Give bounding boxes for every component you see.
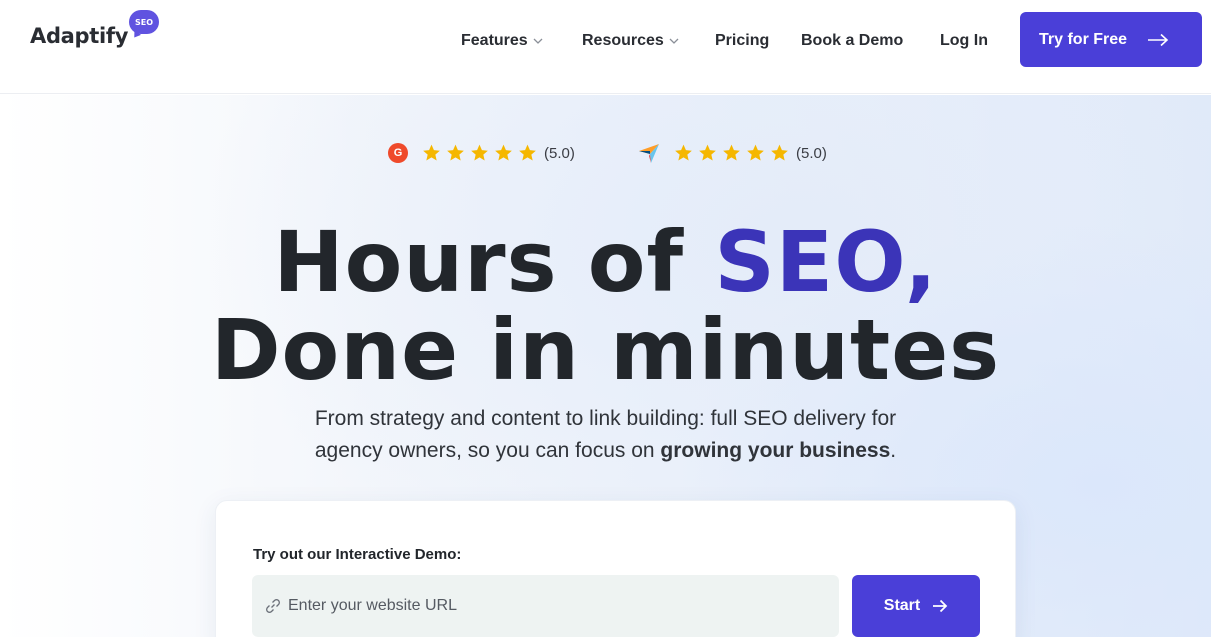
star-icon <box>747 144 764 161</box>
logo-seo-badge: SEO <box>129 10 159 34</box>
g2-logo-icon: G <box>388 143 408 163</box>
g2-rating: G (5.0) <box>388 141 575 165</box>
capterra-rating: (5.0) <box>638 141 827 165</box>
interactive-demo-card: Try out our Interactive Demo: Start <box>215 500 1016 637</box>
logo-text[interactable]: Adaptify <box>30 24 128 48</box>
nav-resources[interactable]: Resources <box>582 31 680 51</box>
start-button[interactable]: Start <box>852 575 980 637</box>
chevron-down-icon <box>533 38 543 44</box>
star-icon <box>519 144 536 161</box>
star-icon <box>723 144 740 161</box>
hero-subtitle-line-1: From strategy and content to link buildi… <box>314 407 897 430</box>
link-icon <box>266 599 280 613</box>
hero-subtitle-line-2: agency owners, so you can focus on growi… <box>0 435 1211 467</box>
hero-title-accent: SEO, <box>714 213 938 311</box>
nav-login-label[interactable]: Log In <box>940 32 988 50</box>
nav-features[interactable]: Features <box>461 31 544 51</box>
nav-features-label[interactable]: Features <box>461 32 528 50</box>
hero-subtitle-suffix: . <box>890 439 897 462</box>
arrow-right-icon <box>1148 33 1169 46</box>
star-icon <box>699 144 716 161</box>
nav-resources-label[interactable]: Resources <box>582 32 664 50</box>
star-icon <box>423 144 440 161</box>
star-icon <box>471 144 488 161</box>
logo-badge-text: SEO <box>134 17 154 27</box>
hero-title-line-1: Hours of SEO, <box>0 212 1211 312</box>
start-label[interactable]: Start <box>884 597 920 615</box>
capterra-logo-icon <box>639 144 659 163</box>
arrow-right-icon <box>933 599 948 613</box>
website-url-field[interactable] <box>252 575 839 637</box>
website-url-input[interactable] <box>288 597 828 615</box>
try-for-free-label[interactable]: Try for Free <box>1039 31 1127 49</box>
star-icon <box>447 144 464 161</box>
site-header: Adaptify SEO Features Resources Pricing … <box>0 0 1211 94</box>
nav-pricing-label[interactable]: Pricing <box>715 32 769 50</box>
nav-pricing[interactable]: Pricing <box>715 31 769 51</box>
star-icon <box>771 144 788 161</box>
try-for-free-button[interactable]: Try for Free <box>1020 12 1202 67</box>
star-icon <box>675 144 692 161</box>
nav-login[interactable]: Log In <box>940 31 988 51</box>
star-icon <box>495 144 512 161</box>
nav-book-demo-label[interactable]: Book a Demo <box>801 32 903 50</box>
chevron-down-icon <box>669 38 679 44</box>
hero-subtitle-prefix: agency owners, so you can focus on <box>314 439 661 462</box>
hero-subtitle-bold: growing your business <box>660 439 891 462</box>
g2-badge-text: G <box>393 147 403 159</box>
capterra-score: (5.0) <box>796 144 827 162</box>
demo-label: Try out our Interactive Demo: <box>253 546 462 563</box>
logo[interactable]: Adaptify <box>30 24 128 48</box>
nav-book-demo[interactable]: Book a Demo <box>801 31 903 51</box>
hero-title-line-2: Done in minutes <box>210 301 1001 399</box>
g2-score: (5.0) <box>544 144 575 162</box>
hero-title-prefix: Hours of <box>273 213 715 311</box>
